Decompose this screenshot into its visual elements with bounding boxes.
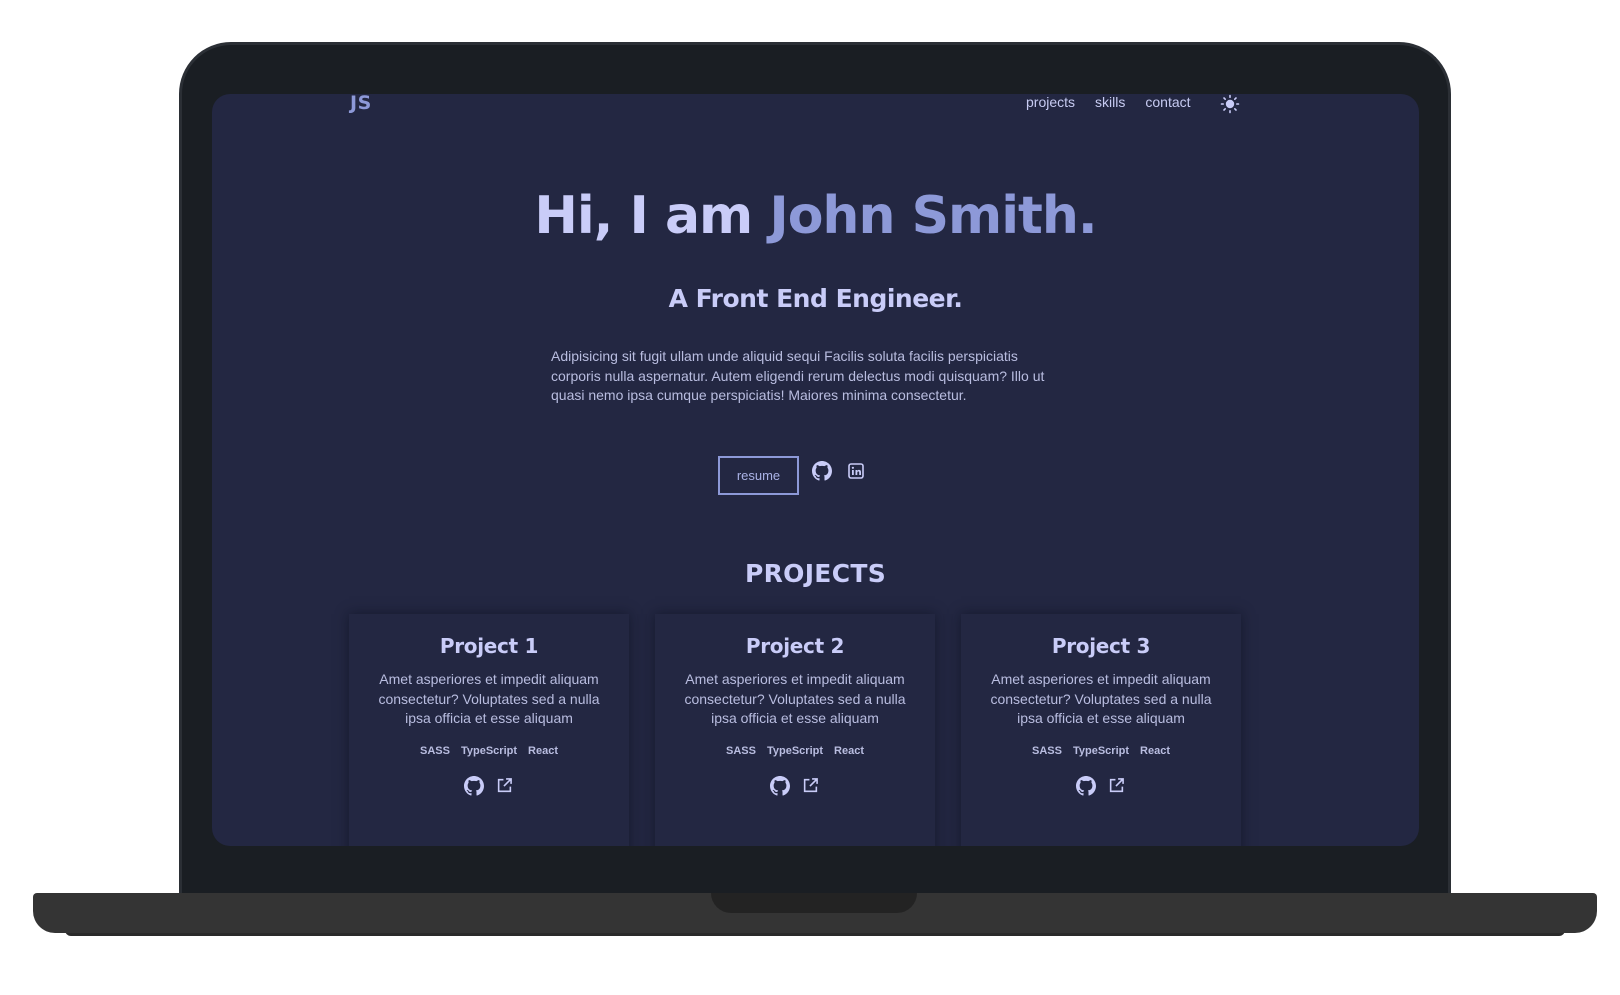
project-stack: SASS TypeScript React <box>655 745 935 757</box>
external-link-icon[interactable] <box>799 775 821 797</box>
stack-item: SASS <box>726 744 756 757</box>
project-card: Project 1 Amet asperiores et impedit ali… <box>349 614 629 846</box>
nav-links: projects skills contact <box>1026 94 1191 110</box>
stack-item: SASS <box>420 744 450 757</box>
nav-link-projects[interactable]: projects <box>1026 94 1075 110</box>
stack-item: TypeScript <box>1072 744 1130 757</box>
hero-actions: resume <box>718 456 867 495</box>
stack-item: SASS <box>1032 744 1062 757</box>
project-description: Amet asperiores et impedit aliquam conse… <box>684 671 906 726</box>
hero-greeting: Hi, I am <box>534 186 753 246</box>
github-icon[interactable] <box>463 775 485 797</box>
project-title: Project 1 <box>439 634 539 658</box>
hero-about: Adipisicing sit fugit ullam unde aliquid… <box>551 348 1045 403</box>
hero-name: John Smith. <box>769 186 1097 246</box>
stack-item: React <box>1140 744 1170 757</box>
stack-item: TypeScript <box>766 744 824 757</box>
screen: JS projects skills contact Hi, I am John… <box>212 94 1419 846</box>
projects-grid: Project 1 Amet asperiores et impedit ali… <box>349 614 1241 846</box>
project-card: Project 3 Amet asperiores et impedit ali… <box>961 614 1241 846</box>
project-description: Amet asperiores et impedit aliquam conse… <box>990 671 1212 726</box>
external-link-icon[interactable] <box>1105 775 1127 797</box>
nav-link-skills[interactable]: skills <box>1095 94 1125 110</box>
github-icon[interactable] <box>769 775 791 797</box>
project-stack: SASS TypeScript React <box>961 745 1241 757</box>
project-description: Amet asperiores et impedit aliquam conse… <box>378 671 600 726</box>
sun-icon[interactable] <box>1220 94 1240 114</box>
project-links <box>349 775 629 797</box>
hero-role: A Front End Engineer. <box>668 284 963 313</box>
github-icon[interactable] <box>811 460 833 482</box>
stack-item: React <box>834 744 864 757</box>
stack-item: React <box>528 744 558 757</box>
project-title: Project 3 <box>1051 634 1151 658</box>
laptop-notch <box>711 893 917 913</box>
project-stack: SASS TypeScript React <box>349 745 629 757</box>
project-links <box>655 775 935 797</box>
github-icon[interactable] <box>1075 775 1097 797</box>
project-title: Project 2 <box>745 634 845 658</box>
resume-button[interactable]: resume <box>718 456 799 495</box>
external-link-icon[interactable] <box>493 775 515 797</box>
linkedin-icon[interactable] <box>845 460 867 482</box>
nav-link-contact[interactable]: contact <box>1145 94 1190 110</box>
navbar: JS projects skills contact <box>212 94 1419 122</box>
stack-item: TypeScript <box>460 744 518 757</box>
hero-title: Hi, I am John Smith. <box>212 186 1419 246</box>
project-card: Project 2 Amet asperiores et impedit ali… <box>655 614 935 846</box>
project-links <box>961 775 1241 797</box>
logo[interactable]: JS <box>350 94 372 114</box>
projects-heading: PROJECTS <box>744 559 886 588</box>
